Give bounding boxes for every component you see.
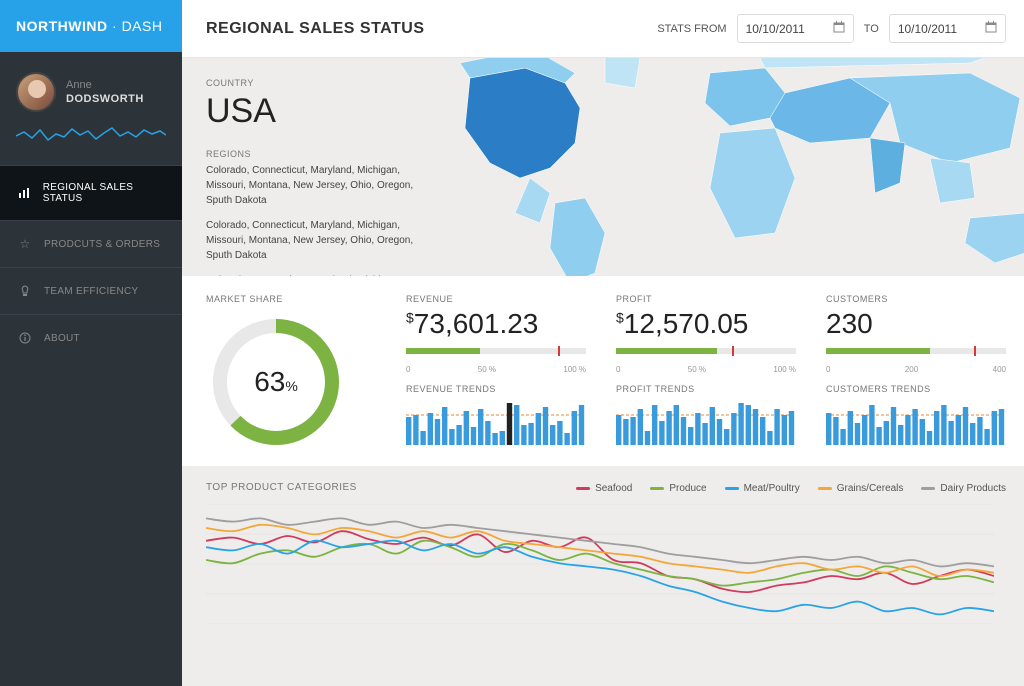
customers-gauge xyxy=(826,346,1006,356)
metrics-row: MARKET SHARE 63% REVENUE $73,601.23 xyxy=(182,276,1024,466)
main: REGIONAL SALES STATUS STATS FROM 10/10/2… xyxy=(182,0,1024,686)
swatch-icon xyxy=(725,487,739,490)
customers-label: CUSTOMERS xyxy=(826,294,1006,304)
customers-trends-chart xyxy=(826,400,1006,445)
nav-about[interactable]: ABOUT xyxy=(0,314,182,361)
regions-text: Colorado, Connecticut, Maryland, Michiga… xyxy=(206,163,426,208)
nav-regional-sales[interactable]: REGIONAL SALES STATUS xyxy=(0,165,182,220)
categories-chart xyxy=(206,504,994,624)
bar-chart-icon xyxy=(18,186,31,200)
date-to-value: 10/10/2011 xyxy=(898,22,957,36)
revenue-metric: REVENUE $73,601.23 0 50 % 100 % REVENUE … xyxy=(406,294,586,452)
nav-products-orders[interactable]: ☆ PRODCUTS & ORDERS xyxy=(0,220,182,267)
legend-grains[interactable]: Grains/Cereals xyxy=(818,483,904,494)
nav-item-label: PRODCUTS & ORDERS xyxy=(44,239,160,250)
profit-value: $12,570.05 xyxy=(616,308,796,340)
customers-trends-label: CUSTOMERS TRENDS xyxy=(826,384,1006,394)
categories-header: TOP PRODUCT CATEGORIES Seafood Produce M… xyxy=(206,482,1006,494)
market-share-donut: 63% xyxy=(206,312,346,452)
calendar-icon xyxy=(985,21,997,36)
profit-label: PROFIT xyxy=(616,294,796,304)
revenue-ticks: 0 50 % 100 % xyxy=(406,365,586,374)
revenue-trends-chart xyxy=(406,400,586,445)
revenue-trends-label: REVENUE TRENDS xyxy=(406,384,586,394)
sidebar: NORTHWIND · DASH Anne DODSWORTH REGIONAL… xyxy=(0,0,182,686)
user-last: DODSWORTH xyxy=(66,92,144,106)
revenue-value: $73,601.23 xyxy=(406,308,586,340)
regions-label: REGIONS xyxy=(206,149,426,159)
profit-gauge xyxy=(616,346,796,356)
revenue-gauge xyxy=(406,346,586,356)
logo-product: DASH xyxy=(122,18,163,34)
date-from-input[interactable]: 10/10/2011 xyxy=(737,14,854,43)
date-to-input[interactable]: 10/10/2011 xyxy=(889,14,1006,43)
world-map[interactable] xyxy=(430,58,1024,276)
nav-item-label: ABOUT xyxy=(44,333,80,344)
user-name: Anne DODSWORTH xyxy=(66,78,144,107)
swatch-icon xyxy=(818,487,832,490)
legend-seafood[interactable]: Seafood xyxy=(576,483,632,494)
profit-trends-chart xyxy=(616,400,796,445)
country-info: COUNTRY USA REGIONS Colorado, Connecticu… xyxy=(206,78,426,256)
categories-legend: Seafood Produce Meat/Poultry Grains/Cere… xyxy=(576,483,1006,494)
swatch-icon xyxy=(576,487,590,490)
top-categories: TOP PRODUCT CATEGORIES Seafood Produce M… xyxy=(182,466,1024,629)
to-label: TO xyxy=(864,23,879,35)
nav-team-efficiency[interactable]: TEAM EFFICIENCY xyxy=(0,267,182,314)
market-share-value: 63% xyxy=(254,366,298,398)
nav-item-label: TEAM EFFICIENCY xyxy=(44,286,139,297)
page-title: REGIONAL SALES STATUS xyxy=(206,20,425,38)
customers-metric: CUSTOMERS 230 0 200 400 CUSTOMERS TRENDS xyxy=(826,294,1006,452)
legend-meat[interactable]: Meat/Poultry xyxy=(725,483,800,494)
calendar-icon xyxy=(833,21,845,36)
profit-metric: PROFIT $12,570.05 0 50 % 100 % PROFIT TR… xyxy=(616,294,796,452)
revenue-label: REVENUE xyxy=(406,294,586,304)
avatar[interactable] xyxy=(16,72,56,112)
customers-value: 230 xyxy=(826,308,1006,340)
user-block: Anne DODSWORTH xyxy=(0,52,182,122)
market-share-label: MARKET SHARE xyxy=(206,294,376,304)
logo: NORTHWIND · DASH xyxy=(0,0,182,52)
market-share: MARKET SHARE 63% xyxy=(206,294,376,452)
categories-title: TOP PRODUCT CATEGORIES xyxy=(206,482,357,493)
legend-produce[interactable]: Produce xyxy=(650,483,706,494)
legend-dairy[interactable]: Dairy Products xyxy=(921,483,1006,494)
regions-text: Colorado, Connecticut, Maryland, Michiga… xyxy=(206,218,426,263)
stats-from-label: STATS FROM xyxy=(657,23,726,35)
country-panel: COUNTRY USA REGIONS Colorado, Connecticu… xyxy=(182,58,1024,276)
star-icon: ☆ xyxy=(18,237,32,251)
user-first: Anne xyxy=(66,78,144,92)
swatch-icon xyxy=(921,487,935,490)
country-label: COUNTRY xyxy=(206,78,426,88)
nav: REGIONAL SALES STATUS ☆ PRODCUTS & ORDER… xyxy=(0,165,182,686)
profit-ticks: 0 50 % 100 % xyxy=(616,365,796,374)
info-icon xyxy=(18,331,32,345)
logo-brand: NORTHWIND xyxy=(16,18,108,34)
topbar: REGIONAL SALES STATUS STATS FROM 10/10/2… xyxy=(182,0,1024,58)
country-name: USA xyxy=(206,92,426,131)
customers-ticks: 0 200 400 xyxy=(826,365,1006,374)
bulb-icon xyxy=(18,284,32,298)
profit-trends-label: PROFIT TRENDS xyxy=(616,384,796,394)
date-from-value: 10/10/2011 xyxy=(746,22,805,36)
regions-text: Colorado, Connecticut, Maryland, Michiga… xyxy=(206,273,426,276)
nav-item-label: REGIONAL SALES STATUS xyxy=(43,182,164,204)
date-range: STATS FROM 10/10/2011 TO 10/10/2011 xyxy=(657,14,1006,43)
logo-sep: · xyxy=(108,18,122,34)
user-sparkline xyxy=(0,122,182,165)
swatch-icon xyxy=(650,487,664,490)
